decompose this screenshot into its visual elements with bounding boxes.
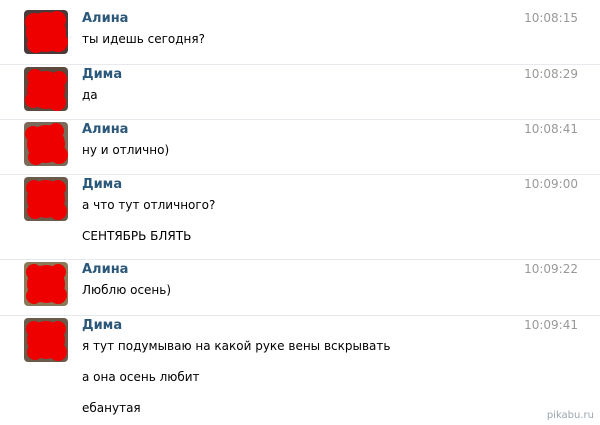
message-divider <box>0 119 600 120</box>
message-time: 10:08:41 <box>524 122 578 136</box>
message-divider <box>0 315 600 316</box>
avatar[interactable] <box>24 10 68 54</box>
message-time: 10:09:22 <box>524 262 578 276</box>
message-text: я тут подумываю на какой руке вены вскры… <box>82 339 391 353</box>
message-time: 10:09:41 <box>524 318 578 332</box>
message-author[interactable]: Дима <box>82 67 122 82</box>
message-time: 10:08:29 <box>524 67 578 81</box>
message-text: Люблю осень) <box>82 283 172 297</box>
avatar[interactable] <box>24 122 68 166</box>
message-text: ебанутая <box>82 401 141 415</box>
avatar-redacted-icon <box>24 10 68 54</box>
message-text: да <box>82 88 98 102</box>
avatar[interactable] <box>24 262 68 306</box>
message-time: 10:08:15 <box>524 11 578 25</box>
message-author[interactable]: Алина <box>82 11 128 26</box>
message-text: ты идешь сегодня? <box>82 32 205 46</box>
watermark: pikabu.ru <box>546 410 594 421</box>
message-text: ну и отлично) <box>82 143 170 157</box>
avatar[interactable] <box>24 67 68 111</box>
avatar-redacted-icon <box>24 122 68 166</box>
message-divider <box>0 259 600 260</box>
message-text: а что тут отличного? <box>82 198 216 212</box>
message-text: а она осень любит <box>82 370 200 384</box>
message-author[interactable]: Дима <box>82 318 122 333</box>
avatar[interactable] <box>24 318 68 362</box>
message-divider <box>0 64 600 65</box>
message-text: СЕНТЯБРЬ БЛЯТЬ <box>82 229 192 243</box>
avatar-redacted-icon <box>24 318 68 362</box>
avatar-redacted-icon <box>24 177 68 221</box>
chat-history: Алина 10:08:15 ты идешь сегодня? Дима 10… <box>0 0 600 425</box>
avatar[interactable] <box>24 177 68 221</box>
message-time: 10:09:00 <box>524 177 578 191</box>
message-author[interactable]: Алина <box>82 122 128 137</box>
avatar-redacted-icon <box>24 262 68 306</box>
message-author[interactable]: Алина <box>82 262 128 277</box>
message-divider <box>0 174 600 175</box>
avatar-redacted-icon <box>24 67 68 111</box>
message-author[interactable]: Дима <box>82 177 122 192</box>
